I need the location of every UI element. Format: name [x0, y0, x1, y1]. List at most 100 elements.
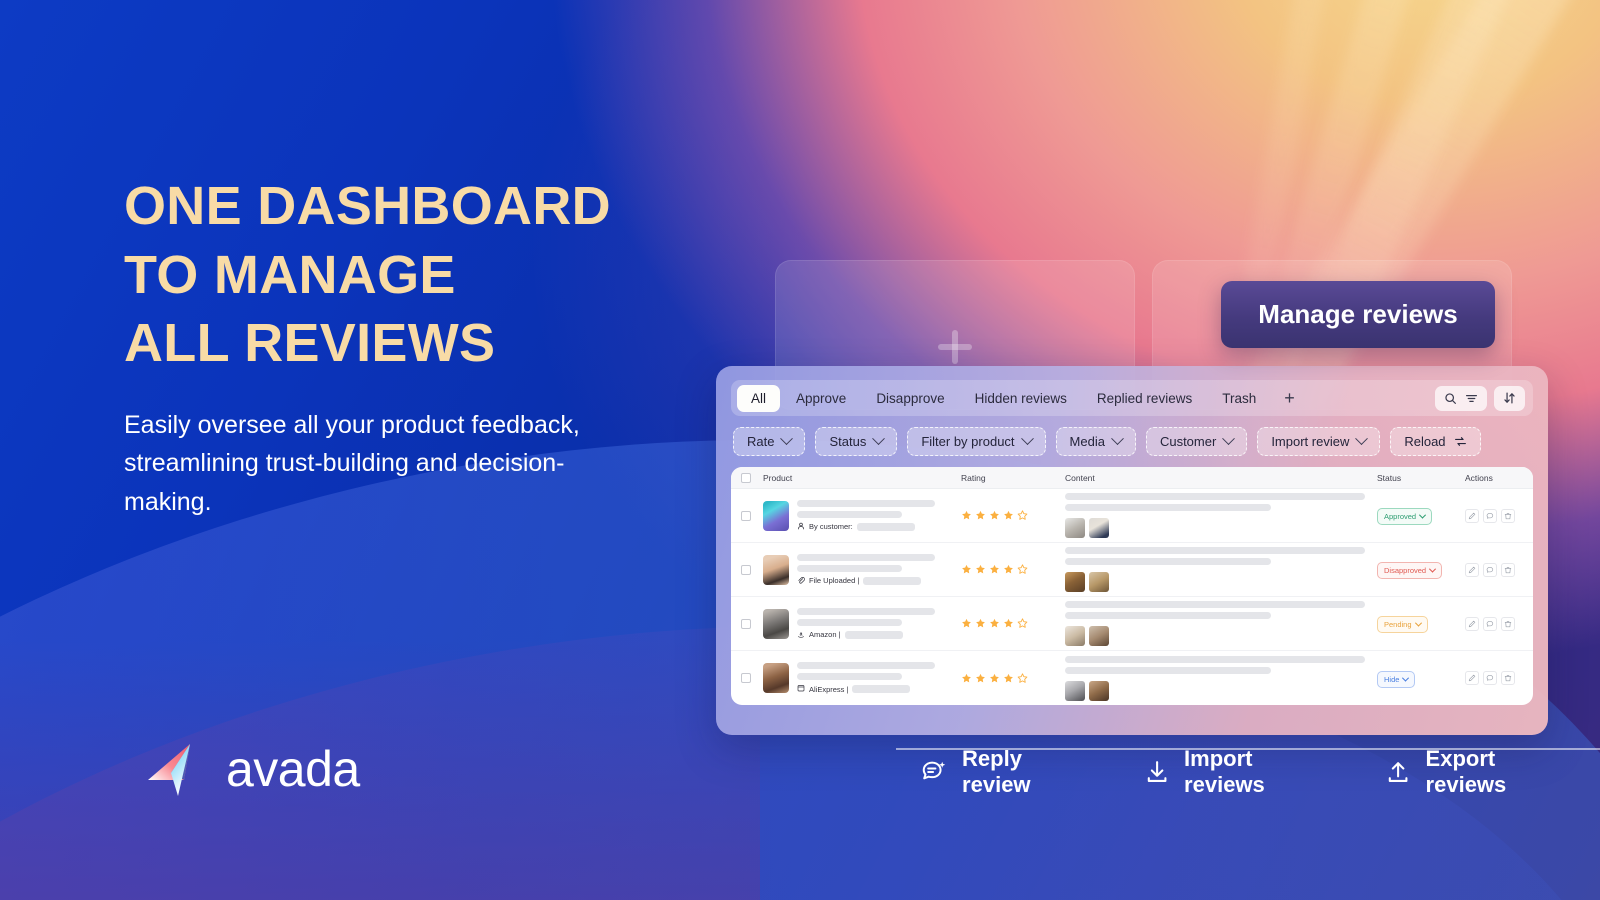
product-cell: File Uploaded |: [763, 553, 961, 586]
delete-action-button[interactable]: [1501, 616, 1515, 631]
reply-action-button[interactable]: [1483, 671, 1497, 685]
select-all-checkbox[interactable]: [741, 472, 763, 483]
actions-cell: [1465, 671, 1523, 685]
status-badge[interactable]: Disapproved: [1377, 562, 1443, 579]
table-row[interactable]: File Uploaded | Disapproved: [731, 543, 1533, 597]
star-rating: [961, 510, 1065, 521]
reply-action-button[interactable]: [1483, 508, 1497, 523]
review-media-thumbnail[interactable]: [1065, 626, 1085, 646]
tab-replied-reviews[interactable]: Replied reviews: [1083, 385, 1206, 412]
rating-cell: [961, 510, 1065, 521]
export-reviews-label: Export reviews: [1425, 746, 1507, 797]
row-select-checkbox[interactable]: [741, 564, 763, 575]
tab-disapprove[interactable]: Disapprove: [862, 385, 958, 412]
tab-bar: All Approve Disapprove Hidden reviews Re…: [731, 380, 1533, 416]
actions-cell: [1465, 508, 1523, 523]
actions-cell: [1465, 562, 1523, 577]
filter-icon[interactable]: [1465, 392, 1478, 405]
status-cell: Approved: [1377, 506, 1465, 525]
export-reviews-feature[interactable]: Export reviews: [1357, 746, 1600, 797]
reply-action-button[interactable]: [1483, 616, 1497, 631]
import-review-button[interactable]: Import review: [1257, 427, 1381, 456]
review-media-thumbnail[interactable]: [1089, 680, 1109, 701]
edit-action-button[interactable]: [1465, 616, 1479, 631]
reload-button[interactable]: Reload: [1390, 427, 1481, 456]
review-media-thumbnail[interactable]: [1065, 518, 1085, 538]
edit-action-button[interactable]: [1465, 562, 1479, 577]
star-empty-icon: [1017, 564, 1028, 574]
content-line-placeholder: [1065, 612, 1271, 619]
table-row[interactable]: AliExpress | Hide: [731, 651, 1533, 705]
manage-reviews-button[interactable]: Manage reviews: [1221, 281, 1495, 348]
chevron-down-icon: [1355, 432, 1369, 446]
content-cell: [1065, 493, 1377, 538]
sort-button[interactable]: [1494, 385, 1525, 411]
product-subtitle-placeholder: [797, 673, 902, 680]
import-reviews-feature[interactable]: Import reviews: [1115, 746, 1358, 797]
tab-hidden-reviews[interactable]: Hidden reviews: [961, 385, 1081, 412]
reply-action-button[interactable]: [1483, 562, 1497, 577]
product-cell: a Amazon |: [763, 607, 961, 640]
status-cell: Pending: [1377, 614, 1465, 633]
content-cell: [1065, 655, 1377, 701]
star-filled-icon: [962, 564, 971, 574]
delete-action-button[interactable]: [1501, 562, 1515, 577]
star-filled-icon: [962, 673, 971, 682]
chevron-down-icon: [1419, 511, 1427, 519]
edit-action-button[interactable]: [1465, 508, 1479, 523]
review-media-thumbnail[interactable]: [1089, 572, 1109, 592]
tab-trash[interactable]: Trash: [1208, 385, 1270, 412]
status-badge[interactable]: Pending: [1377, 616, 1428, 633]
star-empty-icon: [1017, 510, 1028, 520]
search-filter-group[interactable]: [1435, 385, 1487, 411]
star-empty-icon: [1017, 618, 1028, 628]
chevron-down-icon: [1111, 432, 1124, 446]
reply-review-label: Reply review: [962, 746, 1031, 797]
row-select-checkbox[interactable]: [741, 510, 763, 521]
rating-cell: [961, 672, 1065, 684]
edit-action-button[interactable]: [1465, 671, 1479, 685]
row-select-checkbox[interactable]: [741, 673, 763, 683]
chevron-down-icon: [1429, 565, 1437, 573]
search-icon[interactable]: [1444, 392, 1457, 405]
row-select-checkbox[interactable]: [741, 618, 763, 629]
status-badge-label: Disapproved: [1384, 566, 1427, 575]
add-tab-button[interactable]: +: [1272, 389, 1307, 407]
status-badge-label: Approved: [1384, 512, 1417, 521]
headline-line-2: TO MANAGE: [124, 244, 456, 305]
review-media-thumbnail[interactable]: [1089, 518, 1109, 538]
filter-media-label: Media: [1069, 434, 1105, 449]
delete-action-button[interactable]: [1501, 508, 1515, 523]
filter-customer[interactable]: Customer: [1145, 427, 1248, 456]
star-filled-icon: [962, 618, 971, 628]
status-badge[interactable]: Approved: [1377, 508, 1433, 525]
column-header-product: Product: [763, 472, 793, 483]
tab-all[interactable]: All: [737, 384, 781, 412]
page-title: ONE DASHBOARD TO MANAGE ALL REVIEWS: [124, 172, 764, 378]
review-media-thumbnail[interactable]: [1065, 572, 1085, 592]
review-source-value-placeholder: [856, 522, 915, 531]
reply-review-feature[interactable]: Reply review: [896, 746, 1116, 797]
review-media-thumbnail[interactable]: [1065, 680, 1085, 701]
content-line-placeholder: [1065, 493, 1365, 500]
status-badge[interactable]: Hide: [1377, 670, 1416, 688]
product-thumbnail: [763, 608, 789, 639]
table-row[interactable]: a Amazon | Pending: [731, 597, 1533, 651]
review-media-thumbnail[interactable]: [1089, 626, 1109, 646]
product-subtitle-placeholder: [797, 564, 902, 572]
sort-icon[interactable]: [1503, 391, 1516, 405]
delete-action-button[interactable]: [1501, 671, 1515, 685]
filter-media[interactable]: Media: [1055, 427, 1136, 456]
reviews-dashboard-panel: All Approve Disapprove Hidden reviews Re…: [716, 366, 1548, 735]
table-body: By customer: Approved File Uploaded | Di…: [731, 489, 1533, 705]
column-header-actions: Actions: [1465, 472, 1493, 483]
tab-approve[interactable]: Approve: [782, 385, 860, 412]
filter-rate[interactable]: Rate: [733, 427, 806, 456]
table-row[interactable]: By customer: Approved: [731, 489, 1533, 543]
product-title-placeholder: [797, 499, 935, 507]
reload-icon: [1454, 437, 1466, 446]
filter-product-label: Filter by product: [921, 434, 1015, 449]
filter-by-product[interactable]: Filter by product: [907, 427, 1046, 456]
filter-status[interactable]: Status: [815, 427, 898, 456]
filter-status-label: Status: [829, 434, 867, 449]
